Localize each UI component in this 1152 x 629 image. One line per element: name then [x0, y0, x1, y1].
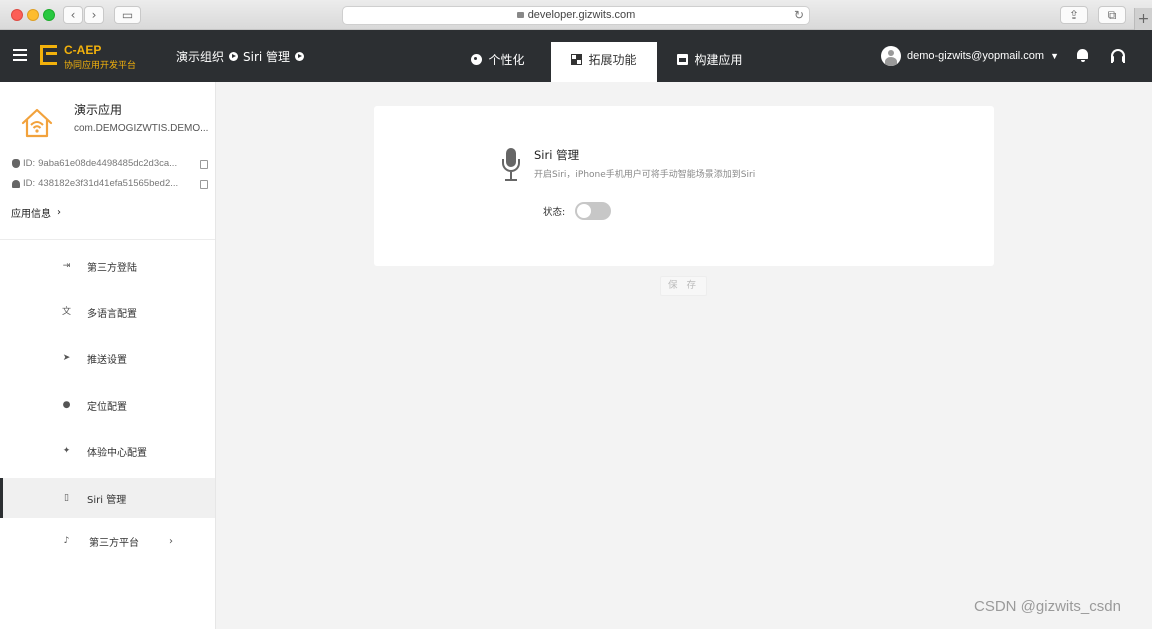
phone-icon: ▯ — [64, 492, 69, 503]
menu-icon[interactable] — [13, 49, 27, 61]
close-window-button[interactable] — [11, 9, 23, 21]
location-pin-icon: ● — [62, 399, 71, 410]
divider — [0, 239, 215, 240]
app-info-label: 应用信息 — [11, 209, 51, 220]
reload-icon[interactable]: ↻ — [794, 7, 804, 24]
chevron-right-icon — [229, 52, 239, 61]
magic-wand-icon: ✦ — [62, 445, 71, 456]
sidebar-item-siri[interactable]: ▯ Siri 管理 — [0, 478, 215, 518]
tabs-overview-button[interactable]: ⧉ — [1098, 6, 1126, 24]
share-button[interactable]: ⇪ — [1060, 6, 1088, 24]
siri-status-toggle[interactable] — [575, 202, 611, 220]
minimize-window-button[interactable] — [27, 9, 39, 21]
sidebar-item-third-party-platform[interactable]: ♪ 第三方平台 › — [0, 521, 215, 561]
avatar — [881, 46, 901, 66]
sidebar-item-location[interactable]: ● 定位配置 — [0, 385, 215, 425]
login-icon: ⇥ — [62, 260, 71, 271]
brand-logo[interactable] — [40, 45, 57, 65]
user-email: demo-gizwits@yopmail.com — [907, 50, 1045, 62]
smart-home-icon — [21, 108, 53, 138]
sidebar-item-label: 体验中心配置 — [87, 447, 147, 459]
id-label: ID: — [23, 178, 36, 189]
address-bar[interactable]: developer.gizwits.com ↻ — [342, 6, 810, 25]
lock-icon — [516, 12, 524, 18]
siri-settings-card — [374, 106, 994, 266]
apple-icon — [12, 159, 20, 168]
palette-icon — [471, 53, 483, 65]
toggle-knob — [577, 204, 591, 218]
copy-icon[interactable] — [200, 180, 208, 189]
tab-build-app[interactable]: 构建应用 — [670, 42, 750, 82]
breadcrumb: 演示组织 Siri 管理 — [176, 48, 305, 65]
breadcrumb-org[interactable]: 演示组织 — [176, 48, 224, 65]
android-id-row: ID: 438182e3f31d41efa51565bed2... — [12, 178, 178, 189]
brand-name: C-AEP — [64, 43, 102, 57]
sidebar-item-label: 第三方平台 — [89, 537, 139, 549]
app-info-link[interactable]: 应用信息 › — [11, 205, 61, 220]
status-label: 状态: — [543, 207, 566, 218]
tab-label: 构建应用 — [694, 52, 743, 67]
sidebar-item-label: 第三方登陆 — [87, 262, 137, 274]
breadcrumb-page[interactable]: Siri 管理 — [243, 48, 290, 65]
chevron-right-icon — [295, 52, 305, 61]
brand-subtitle: 协同应用开发平台 — [64, 61, 137, 71]
forward-button[interactable]: › — [84, 6, 104, 24]
save-button[interactable]: 保 存 — [660, 276, 707, 296]
bell-icon[interactable] — [1076, 49, 1089, 63]
browser-toolbar: ‹ › ▭ developer.gizwits.com ↻ ⇪ ⧉ + — [0, 0, 1152, 30]
headset-icon[interactable] — [1111, 49, 1125, 63]
app-header: C-AEP 协同应用开发平台 演示组织 Siri 管理 个性化 拓展功能 构建应… — [0, 30, 1152, 82]
ios-id-row: ID: 9aba61e08de4498485dc2d3ca... — [12, 158, 177, 169]
ios-id-value: 9aba61e08de4498485dc2d3ca... — [38, 158, 178, 169]
sidebar-toggle-button[interactable]: ▭ — [114, 6, 141, 24]
zoom-window-button[interactable] — [43, 9, 55, 21]
app-name: 演示应用 — [74, 103, 123, 117]
url-text: developer.gizwits.com — [527, 9, 636, 21]
sidebar-item-label: Siri 管理 — [87, 494, 127, 506]
section-title: Siri 管理 — [534, 148, 580, 162]
sidebar-item-third-party-login[interactable]: ⇥ 第三方登陆 — [0, 246, 215, 286]
build-icon — [677, 53, 689, 65]
chevron-down-icon: ▼ — [1050, 51, 1060, 61]
chevron-right-icon: › — [57, 207, 61, 218]
tab-label: 个性化 — [488, 52, 525, 67]
copy-icon[interactable] — [200, 160, 208, 169]
watermark: CSDN @gizwits_csdn — [974, 598, 1121, 615]
back-button[interactable]: ‹ — [63, 6, 83, 24]
sidebar-item-label: 定位配置 — [87, 401, 127, 413]
translate-icon: 文 — [62, 306, 72, 317]
android-id-value: 438182e3f31d41efa51565bed2... — [38, 178, 179, 189]
tab-label: 拓展功能 — [588, 52, 637, 67]
id-label: ID: — [23, 158, 36, 169]
send-icon: ➤ — [62, 352, 71, 363]
sidebar-item-label: 多语言配置 — [87, 308, 137, 320]
microphone-icon — [500, 148, 522, 184]
tab-extensions[interactable]: 拓展功能 — [551, 42, 657, 82]
sidebar-item-push-settings[interactable]: ➤ 推送设置 — [0, 338, 215, 378]
chevron-right-icon: › — [169, 535, 173, 547]
android-icon — [12, 179, 20, 188]
tab-personalize[interactable]: 个性化 — [462, 42, 534, 82]
sidebar-item-multi-language[interactable]: 文 多语言配置 — [0, 292, 215, 332]
user-menu[interactable]: demo-gizwits@yopmail.com ▼ — [881, 46, 1059, 66]
sidebar-item-experience-center[interactable]: ✦ 体验中心配置 — [0, 431, 215, 471]
extension-icon — [571, 53, 583, 65]
new-tab-button[interactable]: + — [1134, 8, 1152, 30]
section-description: 开启Siri，iPhone手机用户可将手动智能场景添加到Siri — [534, 170, 756, 180]
mic-icon: ♪ — [63, 535, 70, 546]
sidebar-item-label: 推送设置 — [87, 354, 127, 366]
app-package: com.DEMOGIZWTIS.DEMO... — [74, 123, 209, 134]
sidebar: 演示应用 com.DEMOGIZWTIS.DEMO... ID: 9aba61e… — [0, 82, 216, 629]
